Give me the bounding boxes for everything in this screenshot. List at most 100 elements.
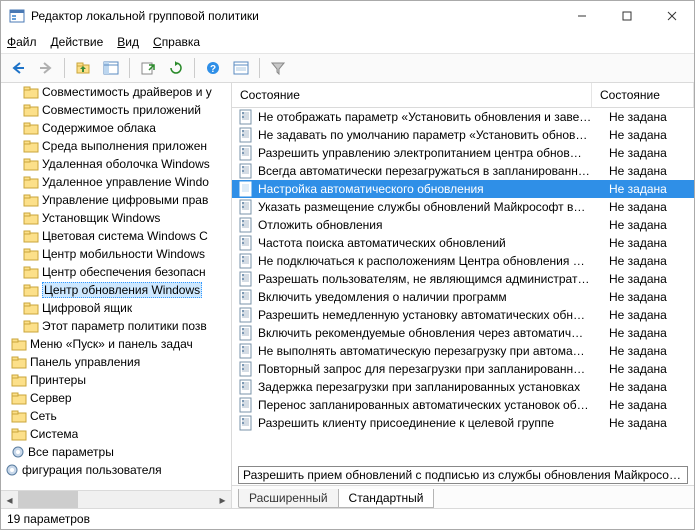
- policy-name: Перенос запланированных автоматических у…: [258, 398, 605, 412]
- tree-item[interactable]: Принтеры: [1, 371, 231, 389]
- back-button[interactable]: [5, 56, 31, 80]
- scroll-track[interactable]: [18, 491, 214, 508]
- refresh-button[interactable]: [163, 56, 189, 80]
- policy-list[interactable]: Не отображать параметр «Установить обнов…: [232, 108, 694, 464]
- tree-item[interactable]: Цветовая система Windows C: [1, 227, 231, 245]
- policy-row[interactable]: Включить рекомендуемые обновления через …: [232, 324, 694, 342]
- policy-name: Указать размещение службы обновлений Май…: [258, 200, 605, 214]
- folder-icon: [23, 85, 39, 99]
- up-button[interactable]: [70, 56, 96, 80]
- body: Совместимость драйверов и у Совместимость…: [1, 83, 694, 508]
- close-button[interactable]: [649, 1, 694, 31]
- tree-item[interactable]: Все параметры: [1, 443, 231, 461]
- policy-row[interactable]: Повторный запрос для перезагрузки при за…: [232, 360, 694, 378]
- tree-item[interactable]: Система: [1, 425, 231, 443]
- policy-row[interactable]: Разрешить клиенту присоединение к целево…: [232, 414, 694, 432]
- tree-item[interactable]: Сеть: [1, 407, 231, 425]
- tree-item[interactable]: Среда выполнения приложен: [1, 137, 231, 155]
- tree-item-label: Цифровой ящик: [42, 301, 132, 315]
- scroll-thumb[interactable]: [18, 491, 78, 508]
- policy-row[interactable]: Не задавать по умолчанию параметр «Устан…: [232, 126, 694, 144]
- policy-row[interactable]: Частота поиска автоматических обновлений…: [232, 234, 694, 252]
- policy-icon: [238, 235, 254, 251]
- tab-standard[interactable]: Стандартный: [338, 489, 435, 508]
- tree-item-label: Центр обновления Windows: [42, 282, 202, 298]
- policy-row[interactable]: Всегда автоматически перезагружаться в з…: [232, 162, 694, 180]
- policy-row[interactable]: Разрешить управлению электропитанием цен…: [232, 144, 694, 162]
- menu-file[interactable]: Файл: [7, 35, 37, 49]
- show-hide-tree-button[interactable]: [98, 56, 124, 80]
- scroll-right-button[interactable]: ▸: [214, 491, 231, 508]
- scroll-left-button[interactable]: ◂: [1, 491, 18, 508]
- policy-row[interactable]: Разрешать пользователям, не являющимся а…: [232, 270, 694, 288]
- tree-item[interactable]: Удаленная оболочка Windows: [1, 155, 231, 173]
- tree-item[interactable]: Совместимость драйверов и у: [1, 83, 231, 101]
- policy-name: Не задавать по умолчанию параметр «Устан…: [258, 128, 605, 142]
- tree-item[interactable]: Совместимость приложений: [1, 101, 231, 119]
- tree-item[interactable]: Панель управления: [1, 353, 231, 371]
- policy-row[interactable]: Включить уведомления о наличии программН…: [232, 288, 694, 306]
- policy-state: Не задана: [605, 416, 694, 430]
- policy-row[interactable]: Указать размещение службы обновлений Май…: [232, 198, 694, 216]
- menu-action[interactable]: Действие: [51, 35, 104, 49]
- tree-item[interactable]: фигурация пользователя: [1, 461, 231, 479]
- minimize-button[interactable]: [559, 1, 604, 31]
- policy-row[interactable]: Перенос запланированных автоматических у…: [232, 396, 694, 414]
- policy-icon: [238, 109, 254, 125]
- tabs: Расширенный Стандартный: [232, 485, 694, 508]
- properties-button[interactable]: [228, 56, 254, 80]
- policy-row[interactable]: Настройка автоматического обновленияНе з…: [232, 180, 694, 198]
- tab-extended[interactable]: Расширенный: [238, 489, 339, 508]
- policy-row[interactable]: Не отображать параметр «Установить обнов…: [232, 108, 694, 126]
- toolbar: ?: [1, 54, 694, 83]
- policy-name: Разрешить клиенту присоединение к целево…: [258, 416, 605, 430]
- tree-item[interactable]: Установщик Windows: [1, 209, 231, 227]
- policy-state: Не задана: [605, 164, 694, 178]
- tree-item[interactable]: Центр обновления Windows: [1, 281, 231, 299]
- export-button[interactable]: [135, 56, 161, 80]
- tree-item-label: Удаленное управление Windo: [42, 175, 209, 189]
- policy-row[interactable]: Отложить обновленияНе задана: [232, 216, 694, 234]
- policy-icon: [238, 415, 254, 431]
- list-header: Состояние Состояние: [232, 83, 694, 108]
- tree-item[interactable]: Этот параметр политики позв: [1, 317, 231, 335]
- column-name[interactable]: Состояние: [232, 83, 592, 107]
- tree-item[interactable]: Центр мобильности Windows: [1, 245, 231, 263]
- folder-icon: [23, 157, 39, 171]
- policy-row[interactable]: Задержка перезагрузки при запланированны…: [232, 378, 694, 396]
- menu-help[interactable]: Справка: [153, 35, 200, 49]
- column-state[interactable]: Состояние: [592, 83, 694, 107]
- policy-icon: [238, 289, 254, 305]
- tree-item[interactable]: Цифровой ящик: [1, 299, 231, 317]
- folder-icon: [11, 373, 27, 387]
- policy-name: Всегда автоматически перезагружаться в з…: [258, 164, 605, 178]
- tree-item[interactable]: Управление цифровыми прав: [1, 191, 231, 209]
- policy-row[interactable]: Не подключаться к расположениям Центра о…: [232, 252, 694, 270]
- maximize-button[interactable]: [604, 1, 649, 31]
- policy-name: Разрешить управлению электропитанием цен…: [258, 146, 605, 160]
- tree-hscrollbar[interactable]: ◂ ▸: [1, 490, 231, 508]
- policy-state: Не задана: [605, 200, 694, 214]
- policy-row[interactable]: Не выполнять автоматическую перезагрузку…: [232, 342, 694, 360]
- tree-item-label: Меню «Пуск» и панель задач: [30, 337, 193, 351]
- svg-text:?: ?: [210, 64, 216, 75]
- folder-icon: [11, 427, 27, 441]
- tree-item-label: Центр мобильности Windows: [42, 247, 205, 261]
- policy-icon: [238, 379, 254, 395]
- tree-list[interactable]: Совместимость драйверов и у Совместимость…: [1, 83, 231, 490]
- tree-item[interactable]: Меню «Пуск» и панель задач: [1, 335, 231, 353]
- help-button[interactable]: ?: [200, 56, 226, 80]
- tree-item[interactable]: Сервер: [1, 389, 231, 407]
- tree-item[interactable]: Центр обеспечения безопасн: [1, 263, 231, 281]
- status-text: 19 параметров: [7, 512, 90, 526]
- tree-item[interactable]: Удаленное управление Windo: [1, 173, 231, 191]
- policy-name: Не отображать параметр «Установить обнов…: [258, 110, 605, 124]
- filter-button[interactable]: [265, 56, 291, 80]
- tree-item-label: Совместимость драйверов и у: [42, 85, 212, 99]
- menu-view[interactable]: Вид: [117, 35, 139, 49]
- forward-button[interactable]: [33, 56, 59, 80]
- policy-name: Настройка автоматического обновления: [258, 182, 605, 196]
- policy-state: Не задана: [605, 398, 694, 412]
- policy-row[interactable]: Разрешить немедленную установку автомати…: [232, 306, 694, 324]
- tree-item[interactable]: Содержимое облака: [1, 119, 231, 137]
